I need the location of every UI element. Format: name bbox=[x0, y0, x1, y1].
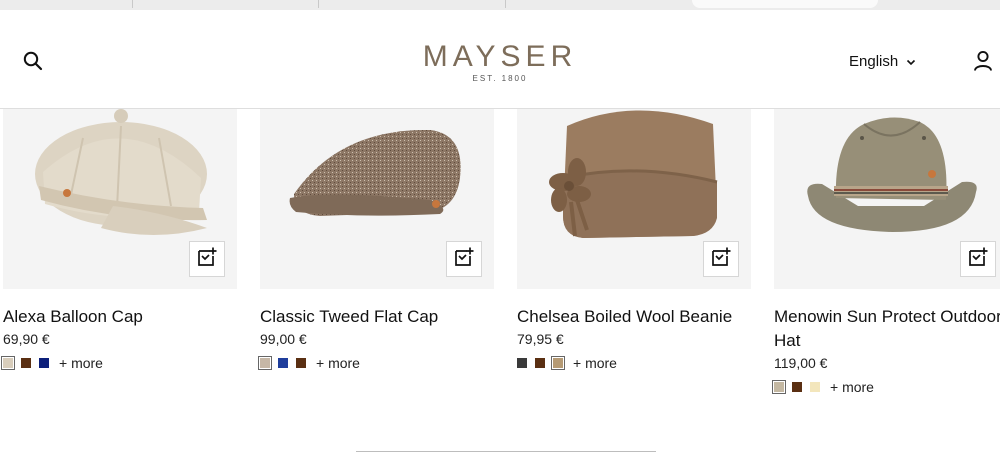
color-swatch[interactable] bbox=[792, 382, 802, 392]
tab-divider bbox=[318, 0, 319, 8]
color-swatch[interactable] bbox=[278, 358, 288, 368]
product-price: 79,95 € bbox=[517, 331, 564, 347]
product-card[interactable]: Menowin Sun Protect Outdoor Hat 119,00 €… bbox=[772, 108, 1000, 395]
product-name[interactable]: Alexa Balloon Cap bbox=[3, 305, 237, 329]
site-header: MAYSER EST. 1800 English bbox=[0, 10, 1000, 109]
add-to-cart-icon bbox=[711, 247, 731, 272]
brand-tagline: EST. 1800 bbox=[472, 74, 528, 83]
color-swatch[interactable] bbox=[535, 358, 545, 368]
color-swatches: + more bbox=[772, 379, 1000, 395]
pagination-divider bbox=[356, 451, 656, 452]
more-colors-link[interactable]: + more bbox=[573, 355, 617, 371]
browser-tab-strip bbox=[0, 0, 1000, 10]
color-swatch[interactable] bbox=[772, 380, 786, 394]
color-swatches: + more bbox=[258, 355, 494, 371]
color-swatch[interactable] bbox=[39, 358, 49, 368]
product-card[interactable]: Chelsea Boiled Wool Beanie 79,95 € + mor… bbox=[517, 108, 751, 371]
product-card[interactable]: Classic Tweed Flat Cap 99,00 € + more bbox=[258, 108, 494, 371]
tab-divider bbox=[132, 0, 133, 8]
color-swatches: + more bbox=[517, 355, 751, 371]
product-price: 119,00 € bbox=[774, 355, 828, 371]
user-icon bbox=[973, 50, 993, 77]
product-name[interactable]: Menowin Sun Protect Outdoor Hat bbox=[774, 305, 1000, 353]
product-image[interactable] bbox=[260, 108, 494, 289]
product-price: 69,90 € bbox=[3, 331, 50, 347]
address-bar-edge[interactable] bbox=[692, 0, 878, 8]
add-to-cart-icon bbox=[197, 247, 217, 272]
product-image[interactable] bbox=[3, 108, 237, 289]
quick-add-button[interactable] bbox=[189, 241, 225, 277]
add-to-cart-icon bbox=[968, 247, 988, 272]
quick-add-button[interactable] bbox=[703, 241, 739, 277]
quick-add-button[interactable] bbox=[960, 241, 996, 277]
color-swatch[interactable] bbox=[21, 358, 31, 368]
product-card[interactable]: Alexa Balloon Cap 69,90 € + more bbox=[1, 108, 237, 371]
more-colors-link[interactable]: + more bbox=[830, 379, 874, 395]
more-colors-link[interactable]: + more bbox=[316, 355, 360, 371]
color-swatches: + more bbox=[1, 355, 237, 371]
color-swatch[interactable] bbox=[517, 358, 527, 368]
color-swatch[interactable] bbox=[258, 356, 272, 370]
add-to-cart-icon bbox=[454, 247, 474, 272]
color-swatch[interactable] bbox=[296, 358, 306, 368]
product-name[interactable]: Classic Tweed Flat Cap bbox=[260, 305, 494, 329]
more-colors-link[interactable]: + more bbox=[59, 355, 103, 371]
language-label: English bbox=[849, 53, 899, 70]
product-image[interactable] bbox=[517, 108, 751, 289]
search-icon bbox=[23, 51, 43, 76]
product-name[interactable]: Chelsea Boiled Wool Beanie bbox=[517, 305, 751, 329]
quick-add-button[interactable] bbox=[446, 241, 482, 277]
account-button[interactable] bbox=[970, 50, 996, 76]
search-button[interactable] bbox=[20, 50, 46, 76]
product-price: 99,00 € bbox=[260, 331, 307, 347]
chevron-down-icon bbox=[906, 53, 916, 70]
tab-divider bbox=[505, 0, 506, 8]
color-swatch[interactable] bbox=[1, 356, 15, 370]
language-selector[interactable]: English bbox=[849, 53, 916, 70]
product-image[interactable] bbox=[774, 108, 1000, 289]
color-swatch[interactable] bbox=[810, 382, 820, 392]
color-swatch[interactable] bbox=[551, 356, 565, 370]
